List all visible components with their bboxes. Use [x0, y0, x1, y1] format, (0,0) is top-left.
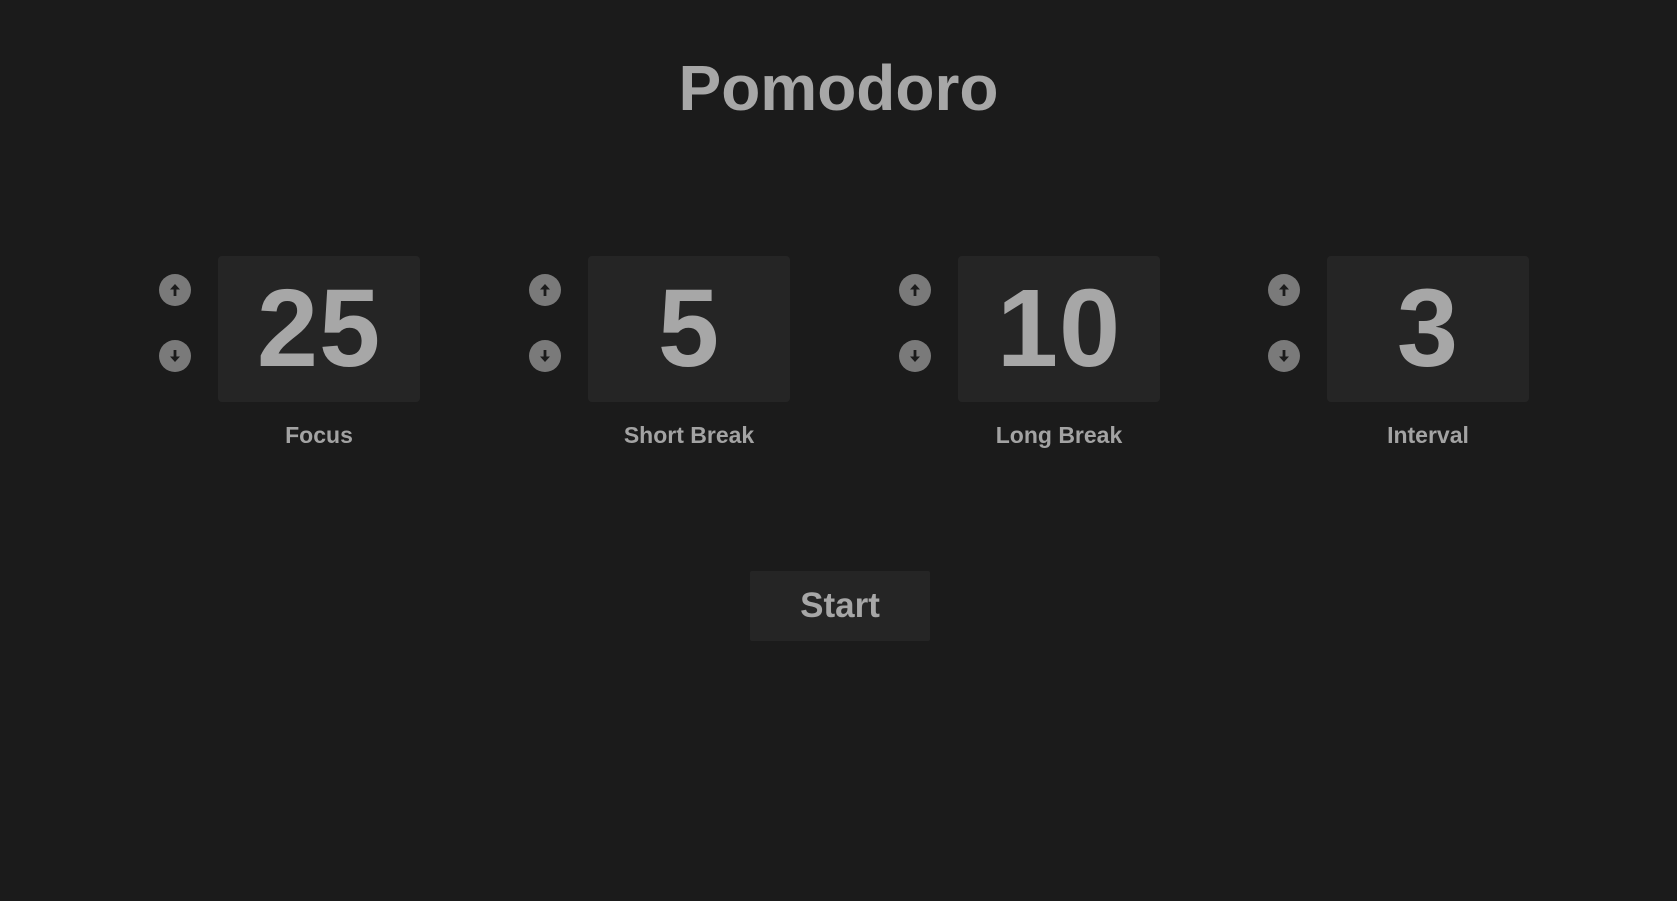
long-break-value: 10	[996, 267, 1122, 390]
long-break-label: Long Break	[995, 422, 1123, 448]
long-break-increment-button[interactable]	[899, 274, 931, 306]
short-break-value: 5	[657, 267, 721, 390]
focus-increment-button[interactable]	[159, 274, 191, 306]
long-break-stepper	[899, 274, 931, 374]
timer-short-break: 5 Short Break	[529, 256, 809, 456]
timer-long-break: 10 Long Break	[899, 256, 1179, 456]
timer-interval: 3 Interval	[1268, 256, 1548, 456]
short-break-increment-button[interactable]	[529, 274, 561, 306]
interval-value: 3	[1396, 267, 1460, 390]
focus-value-display: 25	[218, 256, 420, 402]
arrow-down-icon	[170, 350, 180, 362]
arrow-up-icon	[170, 284, 180, 296]
pomodoro-app: Pomodoro 25 Focus 5 Short Break 10 Long …	[0, 0, 1677, 901]
focus-stepper	[159, 274, 191, 374]
timer-focus: 25 Focus	[159, 256, 439, 456]
interval-label: Interval	[1387, 422, 1469, 448]
short-break-stepper	[529, 274, 561, 374]
arrow-down-icon	[540, 350, 550, 362]
short-break-value-display: 5	[588, 256, 790, 402]
interval-stepper	[1268, 274, 1300, 374]
arrow-down-icon	[1279, 350, 1289, 362]
arrow-up-icon	[910, 284, 920, 296]
focus-decrement-button[interactable]	[159, 340, 191, 372]
short-break-label: Short Break	[623, 422, 755, 448]
start-button[interactable]: Start	[750, 571, 930, 641]
focus-value: 25	[256, 267, 382, 390]
interval-increment-button[interactable]	[1268, 274, 1300, 306]
arrow-up-icon	[1279, 284, 1289, 296]
focus-label: Focus	[285, 422, 353, 448]
long-break-value-display: 10	[958, 256, 1160, 402]
interval-decrement-button[interactable]	[1268, 340, 1300, 372]
interval-value-display: 3	[1327, 256, 1529, 402]
arrow-up-icon	[540, 284, 550, 296]
short-break-decrement-button[interactable]	[529, 340, 561, 372]
page-title: Pomodoro	[678, 52, 999, 124]
arrow-down-icon	[910, 350, 920, 362]
long-break-decrement-button[interactable]	[899, 340, 931, 372]
